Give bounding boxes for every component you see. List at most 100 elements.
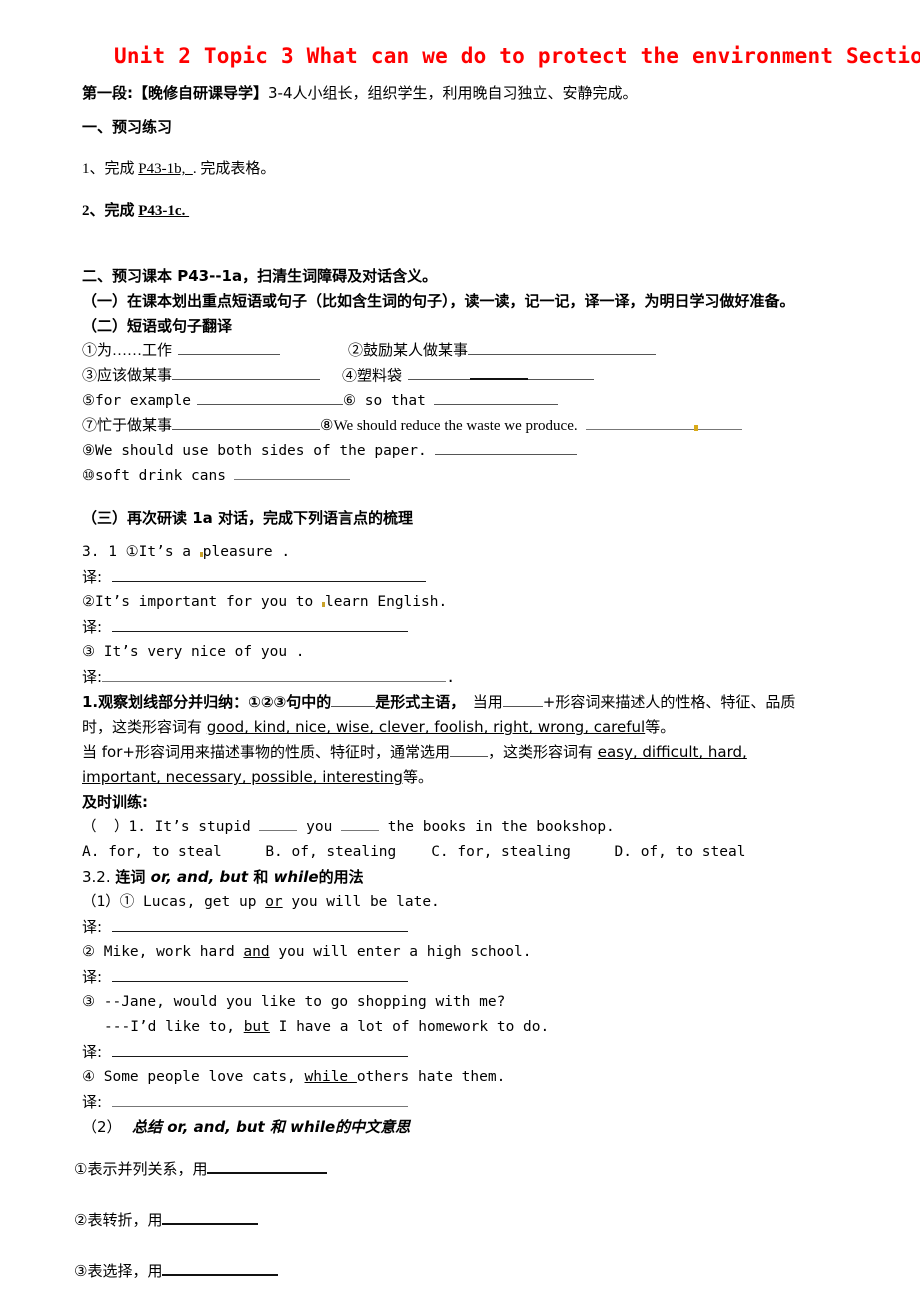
phrase-8-num: ⑧ <box>320 418 334 435</box>
phrase-6: ⑥ so that <box>343 389 898 414</box>
phrase-row-5: ⑨We should use both sides of the paper. <box>82 439 898 464</box>
grammar-1-line-4: important, necessary, possible, interest… <box>82 765 898 790</box>
intro-line: 第一段:【晚修自研课导学】3-4人小组长，组织学生，利用晚自习独立、安静完成。 <box>82 81 898 106</box>
translate-blank-3[interactable] <box>102 667 447 683</box>
section-one-item-2: 2、完成 P43-1c. <box>82 199 898 224</box>
phrase-4-blank-c[interactable] <box>528 365 595 381</box>
phrase-6-text: so that <box>356 393 426 410</box>
grammar-1-blank-2[interactable] <box>502 692 543 708</box>
translate-blank-6[interactable] <box>112 1042 409 1058</box>
example-4-num: ④ <box>82 1069 95 1086</box>
grammar-1-lead: 1.观察划线部分并归纳： <box>82 693 249 712</box>
grammar-1-adjectives-1: good, kind, nice, wise, clever, foolish,… <box>206 718 646 737</box>
translate-blank-5[interactable] <box>112 967 409 983</box>
grammar-1-line3-b: ，这类形容词有 <box>487 743 598 762</box>
phrase-4-blank-b[interactable] <box>470 364 529 381</box>
practice-stem-c: the books in the bookshop. <box>379 819 615 836</box>
grammar-2-heading-en-2: while <box>273 868 319 887</box>
example-4-b: others hate them. <box>356 1069 506 1086</box>
translate-blank-7[interactable] <box>112 1092 409 1108</box>
example-row-3-line-2: ---I’d like to, but I have a lot of home… <box>82 1015 898 1040</box>
section-two-sub-2: （二）短语或句子翻译 <box>82 317 233 335</box>
summary-item-3-blank[interactable] <box>162 1260 279 1277</box>
example-2-conjunction: and <box>243 944 270 961</box>
phrase-9-blank[interactable] <box>434 440 577 456</box>
phrase-1: ①为……工作 <box>82 339 281 364</box>
summary-item-3-num: ③ <box>74 1262 88 1281</box>
grammar-1-adjectives-2: easy, difficult, hard, <box>597 743 747 762</box>
practice-blank-2[interactable] <box>341 816 380 832</box>
grammar-1-seg-1: ①②③句中的 <box>248 693 332 712</box>
phrase-row-6: ⑩soft drink cans <box>82 464 898 489</box>
translate-row-3: 译:. <box>82 665 898 690</box>
phrase-4-num: ④ <box>342 368 358 385</box>
summary-item-1: ①表示并列关系，用 <box>74 1157 898 1182</box>
summary-item-1-blank[interactable] <box>207 1158 328 1175</box>
summary-label: （2） <box>82 1118 122 1137</box>
example-3-a: --Jane, would you like to go shopping wi… <box>95 994 506 1011</box>
practice-answer-bracket[interactable]: （ ） <box>82 819 128 835</box>
sentence-1-text-a: It’s a <box>138 544 200 561</box>
sentence-1-text-b: pleasure . <box>202 544 291 561</box>
phrase-row-4: ⑦忙于做某事 ⑧We should reduce the waste we pr… <box>82 414 898 439</box>
item2-prefix: 2、完成 <box>82 203 139 219</box>
page-title: Unit 2 Topic 3 What can we do to protect… <box>114 44 920 68</box>
item2-underlined: P43-1c. <box>138 203 190 219</box>
section-one-heading: 一、预习练习 <box>82 118 173 136</box>
phrase-3-text: 应该做某事 <box>97 368 173 384</box>
grammar-2-heading-cn-1: 连词 <box>115 868 151 887</box>
sentence-3-text-a: It’s very nice of you . <box>95 644 305 661</box>
translate-row-6: 译: <box>82 1040 898 1065</box>
sentence-row-1: 3. 1 ①It’s a pleasure . <box>82 540 898 565</box>
phrase-7-blank[interactable] <box>172 415 321 431</box>
practice-blank-1[interactable] <box>259 816 298 832</box>
grammar-1-line2-a: 时，这类形容词有 <box>82 718 207 737</box>
phrase-3-blank[interactable] <box>172 365 321 380</box>
example-2-a: Mike, work hard <box>95 944 244 961</box>
summary-text-a: 总结 <box>121 1118 168 1137</box>
phrase-7: ⑦忙于做某事 <box>82 414 321 439</box>
phrase-4-text: 塑料袋 <box>357 368 403 385</box>
practice-options[interactable]: A. for, to steal B. of, stealing C. for,… <box>82 840 898 865</box>
phrase-6-num: ⑥ <box>343 393 357 410</box>
grammar-2-heading-en-1: or, and, but <box>150 868 249 887</box>
example-3-num: ③ <box>82 994 95 1011</box>
intro-rest: 3-4人小组长，组织学生，利用晚自习独立、安静完成。 <box>268 84 638 102</box>
phrase-8-blank-b[interactable] <box>697 415 742 431</box>
summary-item-2-blank[interactable] <box>162 1209 259 1226</box>
translate-blank-1[interactable] <box>112 567 427 583</box>
sentence-lead: 3. 1 <box>82 544 126 561</box>
translate-label-2: 译: <box>82 618 103 637</box>
example-row-4: ④ Some people love cats, while others ha… <box>82 1065 898 1090</box>
translate-blank-2[interactable] <box>112 617 409 633</box>
phrase-2: ②鼓励某人做某事 <box>280 339 898 364</box>
translate-row-7: 译: <box>82 1090 898 1115</box>
phrase-2-blank[interactable] <box>468 340 657 355</box>
grammar-1-blank-1[interactable] <box>331 692 376 708</box>
example-row-3: ③ --Jane, would you like to go shopping … <box>82 990 898 1015</box>
phrase-2-text: 鼓励某人做某事 <box>363 343 469 359</box>
example-1-b: you will be late. <box>282 894 440 911</box>
summary-item-3: ③表选择，用 <box>74 1259 898 1284</box>
example-1-num: ① <box>119 894 135 911</box>
grammar-1-seg-2: 是形式主语， <box>375 693 466 712</box>
phrase-10-blank[interactable] <box>233 465 350 481</box>
document-body: Unit 2 Topic 3 What can we do to protect… <box>0 0 920 1284</box>
phrase-4: ④塑料袋 <box>320 364 898 389</box>
grammar-1-line2-b: 等。 <box>645 718 676 737</box>
phrase-5-num: ⑤ <box>82 393 95 410</box>
translate-row-1: 译: <box>82 565 898 590</box>
summary-item-2-num: ② <box>74 1211 88 1230</box>
phrase-4-blank-a[interactable] <box>408 365 471 381</box>
translate-blank-4[interactable] <box>112 917 409 933</box>
grammar-1-blank-3[interactable] <box>449 742 488 758</box>
example-group-label: （1） <box>82 894 120 911</box>
phrase-6-blank[interactable] <box>433 390 558 406</box>
phrase-1-text: 为……工作 <box>97 343 173 359</box>
phrase-1-blank[interactable] <box>178 340 281 355</box>
phrase-8-blank-a[interactable] <box>585 415 694 431</box>
practice-stem-a: 1. It’s stupid <box>128 819 260 836</box>
practice-stem-b: you <box>297 819 342 836</box>
phrase-5-blank[interactable] <box>197 390 344 406</box>
sentence-row-3: ③ It’s very nice of you . <box>82 640 898 665</box>
